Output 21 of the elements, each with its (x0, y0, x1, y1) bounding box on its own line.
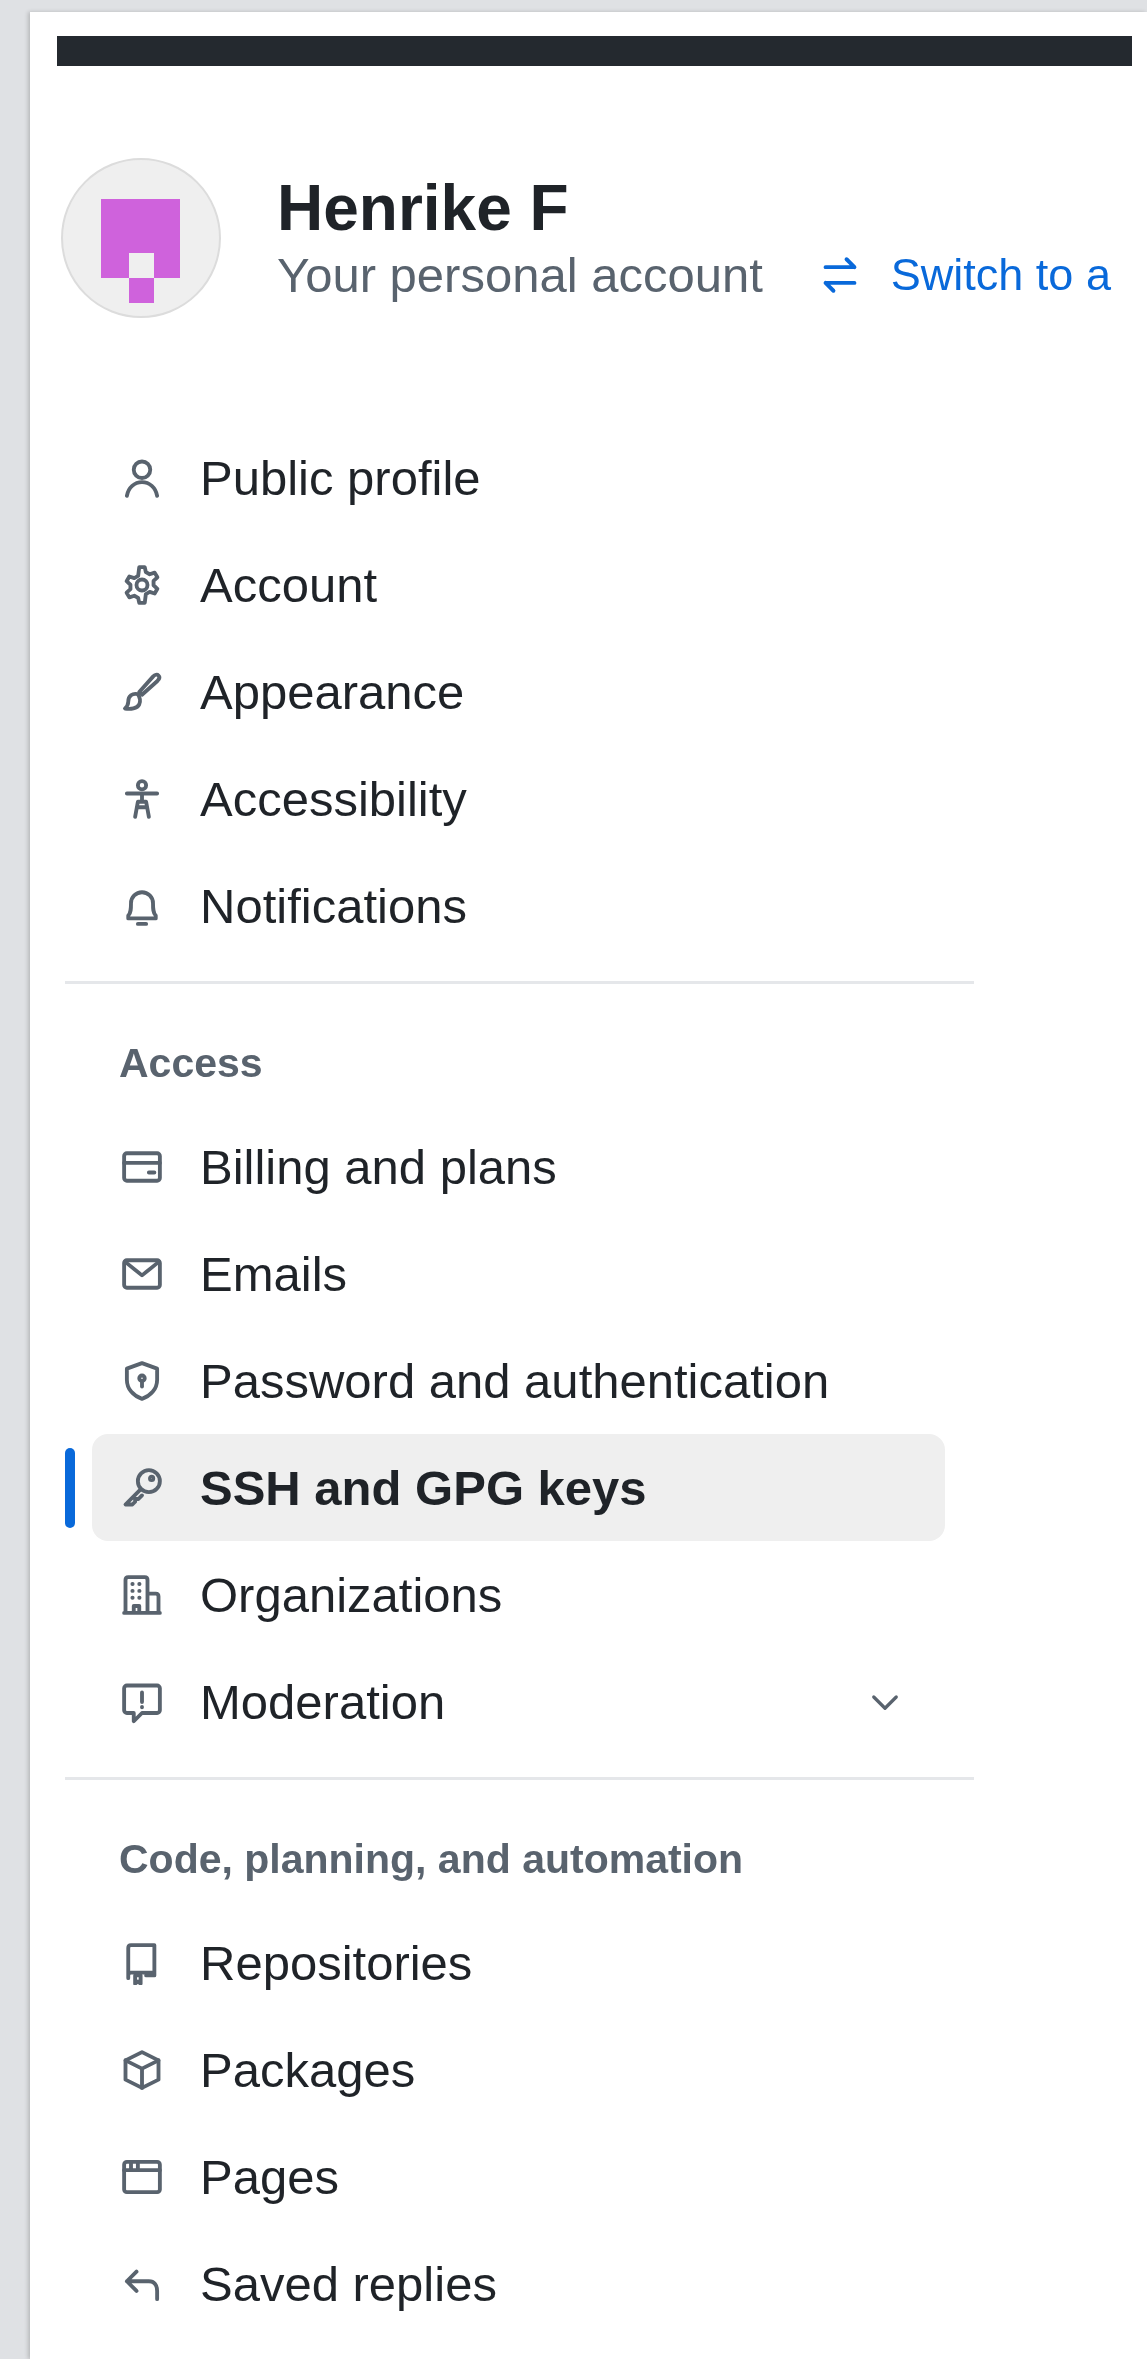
section-heading: Code, planning, and automation (119, 1835, 745, 1884)
sidebar-item[interactable]: SSH and GPG keys (92, 1434, 945, 1541)
sidebar-item[interactable]: Pages (92, 2123, 945, 2230)
sidebar-item[interactable]: Public profile (92, 424, 945, 531)
account-name: Henrike F (277, 173, 570, 243)
switch-account-link[interactable]: Switch to a (818, 249, 1111, 301)
building-icon (120, 1572, 164, 1617)
sidebar-item[interactable]: Saved replies (92, 2230, 945, 2337)
sidebar-item[interactable]: Organizations (92, 1541, 945, 1648)
sidebar-item[interactable]: Notifications (92, 852, 945, 959)
sidebar-item[interactable]: Account (92, 531, 945, 638)
sidebar-item[interactable]: Password and authentication (92, 1327, 945, 1434)
account-subtitle: Your personal account (277, 247, 763, 303)
sidebar-item[interactable]: Billing and plans (92, 1113, 945, 1220)
sidebar-item[interactable]: Packages (92, 2016, 945, 2123)
sidebar-item[interactable]: Accessibility (92, 745, 945, 852)
section-heading: Access (119, 1039, 264, 1088)
sidebar-item[interactable]: Repositories (92, 1909, 945, 2016)
sidebar-item[interactable]: Appearance (92, 638, 945, 745)
sidebar-item[interactable]: Moderation (92, 1648, 945, 1755)
sidebar-item[interactable]: Emails (92, 1220, 945, 1327)
